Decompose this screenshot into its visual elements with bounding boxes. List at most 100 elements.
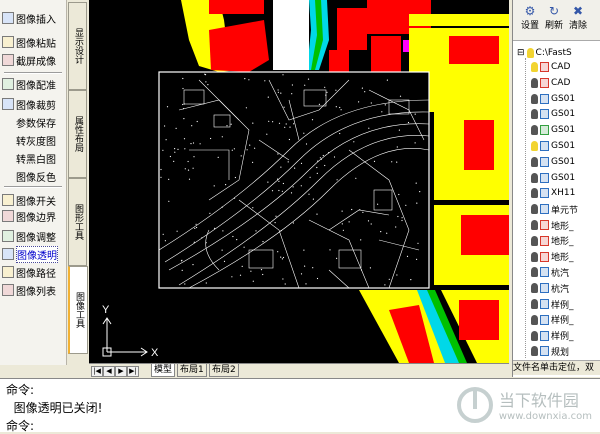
lamp-icon[interactable] [526, 48, 534, 58]
lamp-icon[interactable] [531, 204, 538, 215]
file-item[interactable]: GS01 [531, 92, 600, 106]
file-item[interactable]: CAD [531, 60, 600, 74]
lamp-icon[interactable] [531, 141, 538, 151]
raster-speck [281, 258, 283, 260]
tool-14[interactable]: 图像路径 [2, 262, 64, 282]
raster-speck [188, 178, 191, 180]
file-name: GS01 [551, 109, 576, 120]
lamp-icon[interactable] [531, 251, 538, 262]
raster-speck [292, 222, 294, 224]
tool-6[interactable]: 参数保存 [2, 112, 64, 132]
file-item[interactable]: 样例_ [531, 313, 600, 327]
lamp-icon[interactable] [531, 188, 538, 199]
lamp-icon[interactable] [531, 220, 538, 230]
file-item[interactable]: 杭汽 [531, 281, 600, 295]
tool-4[interactable]: 图像配准 [2, 74, 64, 94]
file-item[interactable]: 规划 [531, 344, 600, 358]
file-item[interactable]: GS01 [531, 171, 600, 185]
lamp-icon[interactable] [531, 283, 538, 294]
raster-speck [252, 207, 254, 209]
tab-display-design[interactable]: 显示设计 [68, 2, 87, 90]
raster-speck [169, 155, 171, 158]
parcel-red [461, 215, 509, 255]
refresh-button[interactable]: ↻ 刷新 [543, 4, 565, 31]
file-item[interactable]: XH11 [531, 186, 600, 200]
tool-9[interactable]: 图像反色 [2, 166, 64, 186]
tab-layout2[interactable]: 布局2 [209, 364, 239, 377]
tab-layout1[interactable]: 布局1 [177, 364, 207, 377]
tool-12[interactable]: 图像调整 [2, 226, 64, 246]
lamp-icon[interactable] [531, 314, 538, 325]
tab-graphic-tools[interactable]: 图形工具 [68, 178, 87, 266]
lamp-icon[interactable] [531, 93, 538, 104]
lamp-icon[interactable] [531, 235, 538, 246]
raster-speck [221, 136, 223, 138]
lamp-icon[interactable] [531, 299, 538, 309]
lamp-icon[interactable] [531, 172, 538, 183]
tab-model[interactable]: 模型 [151, 364, 176, 377]
lamp-icon[interactable] [531, 267, 538, 278]
tool-8[interactable]: 转黑白图 [2, 148, 64, 168]
drawing-canvas[interactable]: X Y [89, 0, 509, 363]
tool-5[interactable]: 图像裁剪 [2, 94, 64, 114]
lamp-icon[interactable] [531, 330, 538, 341]
tab-image-tools[interactable]: 图像工具 [68, 266, 88, 354]
collapse-icon[interactable]: ⊟ [517, 48, 525, 58]
parcel-red [371, 36, 401, 72]
file-item[interactable]: 地形_ [531, 218, 600, 232]
first-tab-button[interactable]: |◀ [91, 366, 103, 377]
lamp-icon[interactable] [531, 156, 538, 167]
file-item[interactable]: 样例_ [531, 297, 600, 311]
lamp-icon[interactable] [531, 346, 538, 357]
tool-7[interactable]: 转灰度图 [2, 130, 64, 150]
raster-speck [255, 230, 257, 232]
image-transparency-icon [2, 248, 14, 260]
raster-speck [193, 241, 195, 243]
raster-speck [358, 101, 360, 103]
next-tab-button[interactable]: ▶ [115, 366, 127, 377]
lamp-icon[interactable] [531, 62, 538, 72]
tool-11[interactable]: 图像边界 [2, 206, 64, 226]
layout-tab-strip: |◀ ◀ ▶ ▶| 模型 布局1 布局2 [89, 363, 509, 378]
raster-speck [267, 181, 269, 183]
file-item[interactable]: 地形_ [531, 234, 600, 248]
file-item[interactable]: GS01 [531, 107, 600, 121]
tool-13[interactable]: 图像透明 [2, 244, 64, 264]
tool-1[interactable]: 图像插入 [2, 8, 64, 28]
raster-speck [182, 77, 184, 80]
file-item[interactable]: GS01 [531, 155, 600, 169]
command-prompt[interactable]: 命令: [6, 417, 34, 434]
lamp-icon[interactable] [531, 125, 538, 136]
file-item[interactable]: CAD [531, 76, 600, 90]
raster-speck [316, 277, 319, 280]
last-tab-button[interactable]: ▶| [127, 366, 139, 377]
tab-attribute-layout[interactable]: 属性布局 [68, 90, 87, 178]
settings-button[interactable]: ⚙ 设置 [519, 4, 541, 31]
file-icon [540, 314, 549, 325]
tool-15[interactable]: 图像列表 [2, 280, 64, 300]
raster-speck [184, 148, 186, 150]
raster-speck [246, 149, 248, 151]
file-name: GS01 [551, 172, 576, 183]
tree-root[interactable]: ⊟ C:\FastS [517, 46, 589, 60]
raster-speck [415, 182, 417, 184]
file-item[interactable]: 杭汽 [531, 265, 600, 279]
tool-2[interactable]: 图像粘贴 [2, 32, 64, 52]
prev-tab-button[interactable]: ◀ [103, 366, 115, 377]
file-item[interactable]: 样例_ [531, 329, 600, 343]
lamp-icon[interactable] [531, 109, 538, 120]
raster-speck [336, 257, 338, 259]
lamp-icon[interactable] [531, 77, 538, 88]
raster-speck [192, 142, 195, 144]
file-item[interactable]: 地形_ [531, 250, 600, 264]
raster-speck [414, 113, 416, 115]
file-name: GS01 [551, 141, 576, 151]
tool-3[interactable]: 截屏成像 [2, 50, 64, 70]
raster-speck [300, 273, 303, 275]
clear-button[interactable]: ✖ 清除 [567, 4, 589, 31]
file-item[interactable]: GS01 [531, 123, 600, 137]
file-item[interactable]: GS01 [531, 139, 600, 153]
raster-speck [262, 273, 264, 276]
file-item[interactable]: 单元节 [531, 202, 600, 216]
raster-speck [320, 158, 322, 160]
